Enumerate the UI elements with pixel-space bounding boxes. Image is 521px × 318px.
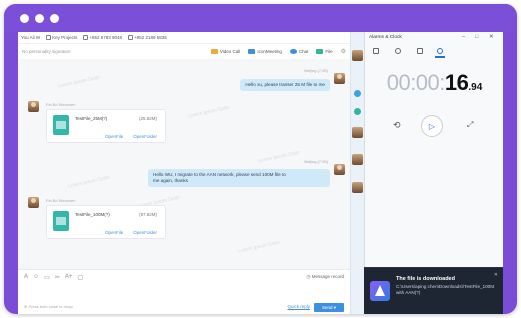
image-icon[interactable]: ▭ [44, 274, 50, 281]
message-record-button[interactable]: ◷ Message record [307, 274, 344, 280]
contact-name: You Ali W [21, 35, 41, 40]
watermark: Lorem Ipsum Dolor [237, 239, 281, 255]
message-composer[interactable]: A ☺ ▭ ✂ A+ ▢ ◷ Message record ⊕ Press bo… [18, 269, 350, 314]
minimize-button[interactable]: – [462, 34, 465, 40]
folder-icon [316, 49, 324, 54]
reset-icon[interactable]: ⟲ [393, 120, 401, 131]
world-clock-icon[interactable] [395, 48, 401, 54]
phone-icon [128, 35, 134, 41]
file-name: TestFile_25M(?) [75, 116, 108, 121]
notification-title: The file is downloaded [396, 276, 455, 282]
maximize-button[interactable]: □ [475, 34, 478, 40]
stopwatch-icon[interactable] [437, 48, 443, 54]
open-file-link[interactable]: OpenFile [105, 230, 123, 235]
settings-icon[interactable]: ⚙ [341, 48, 346, 55]
file-icon [53, 211, 69, 231]
phone-1: +852 6783 9048 [83, 35, 122, 41]
file-card[interactable]: TestFile_100M(?) (97.82M) OpenFile OpenF… [46, 205, 166, 239]
composer-toolbar: A ☺ ▭ ✂ A+ ▢ [24, 274, 83, 281]
video-call-button[interactable]: Video Call [210, 49, 240, 54]
stopwatch-hundredths: .94 [468, 82, 483, 93]
avatar[interactable] [28, 101, 39, 112]
emoji-icon[interactable]: ☺ [33, 274, 39, 281]
video-icon [210, 49, 218, 54]
phone-2: +852 2189 5836 [128, 35, 167, 41]
screenshot-icon[interactable]: ✂ [55, 274, 60, 281]
attach-icon[interactable]: ▢ [77, 274, 83, 281]
contact-strip [350, 32, 364, 314]
avatar[interactable] [352, 50, 363, 61]
open-folder-link[interactable]: OpenFolder [133, 134, 157, 139]
meeting-button[interactable]: IconMeeting [248, 49, 282, 54]
app-window-frame: You Ali W Key Projects +852 6783 9048 +8… [4, 4, 517, 314]
watermark: Lorem Ipsum Dolor [67, 174, 111, 190]
watermark: Lorem Ipsum Dolor [187, 104, 231, 120]
file-button[interactable]: File [316, 49, 333, 54]
outgoing-message: Hello xu, please transer 25 M file to me [240, 79, 330, 92]
message-meta: Fei Bo Wenchen [46, 102, 76, 107]
download-notification[interactable]: The file is downloaded C:\Users\aping ch… [364, 267, 503, 314]
chat-actions-bar: No personality signature Video Call Icon… [18, 45, 350, 58]
message-meta: Beijing (7:59) [304, 68, 328, 73]
app-logo-icon [370, 281, 390, 301]
alarm-icon[interactable] [373, 48, 379, 54]
selected-tab-indicator [435, 56, 445, 58]
signature-text: No personality signature [22, 49, 71, 54]
chat-icon [289, 49, 297, 54]
outgoing-message: Hello WU, I migrate to the AAN network, … [148, 169, 330, 188]
play-button[interactable]: ▷ [421, 115, 443, 137]
timer-icon[interactable] [417, 48, 423, 54]
avatar[interactable] [352, 154, 363, 165]
person-icon [46, 35, 52, 41]
chat-button[interactable]: Chat [289, 49, 308, 54]
window-dot-close[interactable] [20, 14, 29, 23]
file-size: (97.82M) [138, 212, 157, 217]
clock-nav [365, 46, 503, 58]
file-card[interactable]: TestFile_25M(?) (25.82M) OpenFile OpenFo… [46, 109, 166, 143]
composer-hint: ⊕ Press both close to rmap [24, 304, 73, 309]
chat-app: You Ali W Key Projects +852 6783 9048 +8… [18, 32, 350, 314]
window-dot-maximize[interactable] [50, 14, 59, 23]
stopwatch-dim-digits: 00:00: [386, 70, 446, 95]
watermark: Lorem Ipsum Dolor [57, 74, 101, 90]
close-icon[interactable]: ✕ [494, 272, 498, 278]
watermark: Lorem Ipsum Dolor [257, 149, 301, 165]
avatar[interactable] [28, 197, 39, 208]
file-name: TestFile_100M(?) [75, 212, 110, 217]
clock-window: Alarms & Clock – □ ✕ 00:00:16.94 ⟲ ▷ ⤢ ⊟… [364, 32, 503, 294]
send-button[interactable]: Send ▾ [314, 303, 344, 312]
window-dot-minimize[interactable] [35, 14, 44, 23]
message-line: me again, thanks [153, 178, 188, 184]
avatar[interactable] [352, 182, 363, 193]
message-list: Lorem Ipsum Dolor Lorem Ipsum Dolor Lore… [18, 59, 350, 269]
close-button[interactable]: ✕ [489, 34, 494, 40]
mobile-icon [83, 35, 89, 41]
chat-contact-bar: You Ali W Key Projects +852 6783 9048 +8… [18, 32, 350, 44]
open-file-link[interactable]: OpenFile [105, 134, 123, 139]
avatar[interactable] [352, 127, 363, 138]
search-icon[interactable] [354, 90, 361, 97]
file-icon [53, 115, 69, 135]
chat-icon[interactable] [354, 108, 361, 115]
avatar[interactable] [334, 73, 345, 84]
title-bar [4, 4, 517, 32]
stopwatch-seconds: 16 [444, 70, 469, 95]
meeting-icon [248, 49, 256, 54]
screen-content: You Ali W Key Projects +852 6783 9048 +8… [18, 32, 503, 314]
projects-link[interactable]: Key Projects [46, 35, 77, 41]
message-meta: Beijing (7:59) [304, 159, 328, 164]
stopwatch-display: 00:00:16.94 [365, 70, 503, 96]
expand-icon[interactable]: ⤢ [467, 120, 473, 130]
clock-title: Alarms & Clock [369, 35, 402, 40]
file-size: (25.82M) [138, 116, 157, 121]
avatar[interactable] [334, 164, 345, 175]
message-meta: Fei Bo Wenchen [46, 198, 76, 203]
font-icon[interactable]: A [24, 274, 28, 281]
play-icon: ▷ [428, 121, 436, 131]
quick-reply-link[interactable]: Quick reply [287, 304, 310, 309]
open-folder-link[interactable]: OpenFolder [133, 230, 157, 235]
notification-body: C:\Users\aping chen\Downloads\\TestFile_… [396, 284, 495, 296]
mention-icon[interactable]: A+ [65, 274, 73, 281]
